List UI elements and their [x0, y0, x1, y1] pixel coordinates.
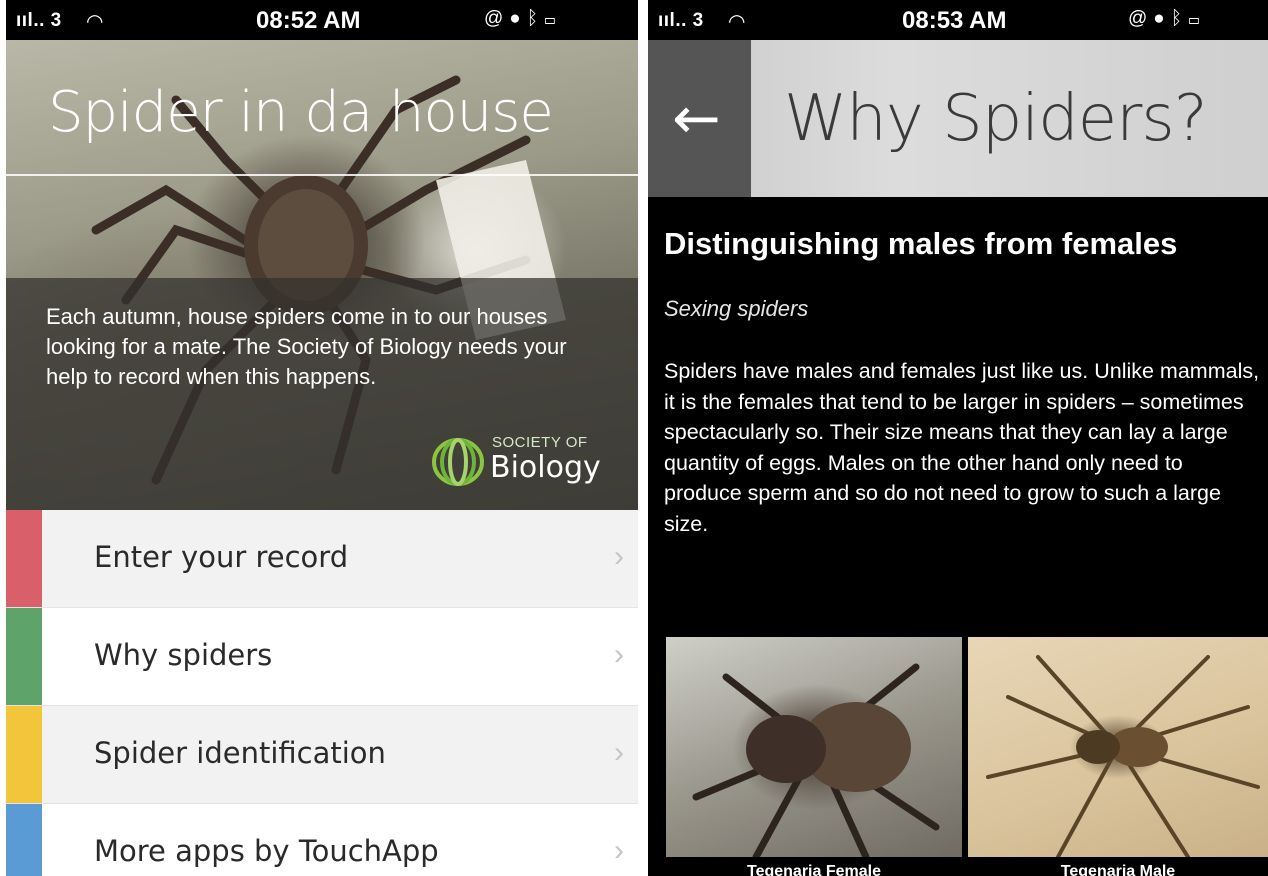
lock-rotation-icon: @: [484, 8, 510, 29]
chevron-right-icon: ›: [614, 834, 624, 867]
bluetooth-icon: ᛒ: [526, 8, 545, 29]
bluetooth-icon: ᛒ: [1170, 8, 1189, 29]
menu-item-label: Why spiders: [94, 638, 273, 672]
title-divider: [6, 174, 638, 176]
color-strip: [6, 706, 42, 803]
article-subheading: Sexing spiders: [664, 296, 809, 321]
article-body: Spiders have males and females just like…: [664, 359, 1260, 536]
logo-line2: Biology: [490, 450, 601, 485]
status-icons: @●ᛒ▭: [484, 8, 562, 30]
battery-icon: ▭: [1188, 8, 1206, 29]
female-caption: Tegenaria Female: [747, 863, 881, 876]
color-strip: [6, 804, 42, 876]
signal-text: ııl.. 3: [16, 10, 62, 31]
female-spider-image: [692, 663, 940, 861]
menu-item-label: Enter your record: [94, 540, 349, 574]
battery-icon: ▭: [544, 8, 562, 29]
signal-text: ııl.. 3: [658, 10, 704, 31]
location-icon: ●: [1153, 8, 1171, 29]
hero-banner: Spider in da house Each autumn, house sp…: [6, 40, 638, 510]
color-strip: [6, 510, 42, 607]
society-of-biology-logo: SOCIETY OF Biology: [430, 428, 610, 492]
main-menu: Enter your record › Why spiders › Spider…: [6, 510, 638, 876]
back-button[interactable]: ←: [648, 40, 751, 197]
menu-item-why-spiders[interactable]: Why spiders ›: [6, 608, 638, 706]
article-heading: Distinguishing males from females: [664, 226, 1178, 261]
location-icon: ●: [509, 8, 527, 29]
menu-item-label: Spider identification: [94, 736, 386, 770]
menu-item-label: More apps by TouchApp: [94, 834, 439, 868]
status-time: 08:52 AM: [256, 7, 361, 34]
lock-rotation-icon: @: [1128, 8, 1154, 29]
status-time: 08:53 AM: [902, 7, 1007, 34]
right-screen: ııl.. 3 ◠ 08:53 AM @●ᛒ▭ ← Why Spiders? D…: [648, 0, 1268, 876]
logo-mark-icon: [432, 438, 484, 486]
menu-item-enter-record[interactable]: Enter your record ›: [6, 510, 638, 608]
article: Distinguishing males from females Sexing…: [664, 226, 1264, 539]
chevron-right-icon: ›: [614, 736, 624, 769]
menu-item-spider-identification[interactable]: Spider identification ›: [6, 706, 638, 804]
male-caption: Tegenaria Male: [1060, 863, 1176, 876]
photo-row: Tegenaria Female Tegenaria Male: [666, 637, 1268, 876]
status-bar: ııl.. 3 ◠ 08:53 AM @●ᛒ▭: [648, 0, 1268, 40]
color-strip: [6, 608, 42, 705]
chevron-right-icon: ›: [614, 540, 624, 573]
back-arrow-icon: ←: [672, 84, 721, 152]
female-spider-photo: [666, 637, 962, 861]
menu-item-more-apps[interactable]: More apps by TouchApp ›: [6, 804, 638, 876]
male-spider-photo: [968, 637, 1268, 859]
left-screen: ııl.. 3 ◠ 08:52 AM @●ᛒ▭ Spider in da hou…: [6, 0, 638, 876]
status-bar: ııl.. 3 ◠ 08:52 AM @●ᛒ▭: [6, 0, 638, 40]
status-icons: @●ᛒ▭: [1128, 8, 1206, 30]
wifi-icon: ◠: [728, 11, 746, 33]
wifi-icon: ◠: [86, 11, 104, 33]
chevron-right-icon: ›: [614, 638, 624, 671]
page-header: ← Why Spiders?: [648, 40, 1268, 197]
male-spider-image: [986, 655, 1260, 859]
intro-text: Each autumn, house spiders come in to ou…: [46, 304, 567, 389]
logo-line1: SOCIETY OF: [492, 434, 588, 451]
app-title: Spider in da house: [48, 80, 554, 145]
page-title: Why Spiders?: [784, 82, 1208, 156]
